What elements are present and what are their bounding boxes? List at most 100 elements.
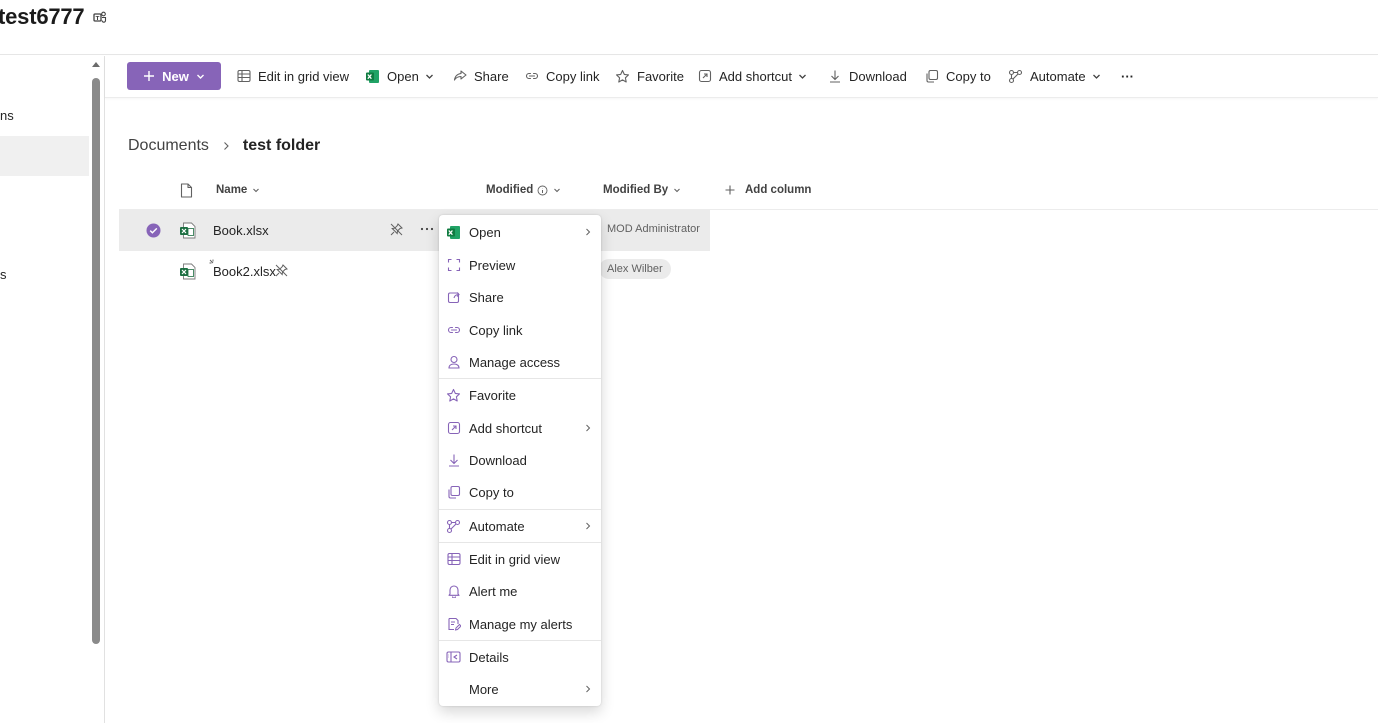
- automate-icon: [446, 519, 461, 534]
- menu-item-details[interactable]: Details: [439, 641, 601, 673]
- chevron-down-icon: [425, 74, 433, 79]
- nav-item-label: s: [0, 267, 7, 282]
- alerts-icon: [446, 617, 461, 632]
- share-icon: [453, 70, 467, 81]
- edit-grid-view-label: Edit in grid view: [258, 68, 350, 84]
- menu-item-copy-link[interactable]: Copy link: [439, 314, 601, 346]
- modified-column-header[interactable]: Modified: [486, 178, 561, 202]
- menu-item-download[interactable]: Download: [439, 444, 601, 476]
- pin-icon[interactable]: [390, 223, 403, 236]
- add-shortcut-button[interactable]: Add shortcut: [698, 56, 807, 96]
- file-name-link[interactable]: Book2.xlsx: [213, 264, 276, 279]
- breadcrumb-documents[interactable]: Documents: [128, 137, 209, 155]
- menu-item-label: Favorite: [469, 387, 516, 403]
- copy-link-label: Copy link: [546, 68, 600, 84]
- name-column-header[interactable]: Name: [216, 178, 260, 202]
- open-button[interactable]: Open: [365, 56, 434, 96]
- copy-icon: [446, 485, 461, 500]
- nav-item-1[interactable]: ns: [0, 108, 89, 126]
- download-icon: [446, 453, 461, 468]
- blank-icon-slot: [446, 682, 461, 697]
- file-type-column-header[interactable]: [180, 178, 193, 202]
- site-header: test6777 T: [0, 0, 1378, 55]
- modified-by-value[interactable]: Alex Wilber: [599, 259, 671, 279]
- add-column-button[interactable]: Add column: [725, 178, 811, 202]
- more-actions-icon[interactable]: [419, 221, 435, 237]
- edit-grid-view-button[interactable]: Edit in grid view: [237, 56, 349, 96]
- automate-icon: [1008, 69, 1023, 83]
- copy-icon: [926, 69, 939, 83]
- automate-label: Automate: [1030, 68, 1086, 84]
- copy-to-label: Copy to: [946, 68, 991, 84]
- copy-to-button[interactable]: Copy to: [925, 56, 991, 96]
- menu-item-edit-grid-view[interactable]: Edit in grid view: [439, 543, 601, 575]
- file-context-menu: Open Preview Share Copy link Manage acce…: [439, 215, 601, 706]
- download-icon: [830, 70, 840, 83]
- menu-item-share[interactable]: Share: [439, 281, 601, 313]
- menu-item-label: Alert me: [469, 583, 518, 599]
- menu-item-manage-alerts[interactable]: Manage my alerts: [439, 608, 601, 640]
- menu-item-label: More: [469, 681, 499, 697]
- add-column-label: Add column: [745, 184, 812, 196]
- menu-item-favorite[interactable]: Favorite: [439, 379, 601, 411]
- menu-item-open[interactable]: Open: [439, 216, 601, 248]
- chevron-right-icon: [586, 228, 591, 236]
- modified-by-column-header[interactable]: Modified By: [603, 178, 681, 202]
- menu-item-label: Copy to: [469, 484, 514, 500]
- file-name-link[interactable]: Book.xlsx: [213, 223, 269, 238]
- menu-item-more[interactable]: More: [439, 673, 601, 705]
- command-bar: New Edit in grid view Open Share Copy li…: [105, 56, 1378, 98]
- site-title[interactable]: test6777: [0, 4, 85, 30]
- menu-item-alert-me[interactable]: Alert me: [439, 575, 601, 607]
- plus-icon: [725, 185, 735, 195]
- menu-item-label: Automate: [469, 518, 525, 534]
- nav-item-3[interactable]: s: [0, 267, 89, 285]
- automate-button[interactable]: Automate: [1008, 56, 1101, 96]
- link-icon: [525, 72, 539, 80]
- chevron-right-icon: [586, 522, 591, 530]
- favorite-label: Favorite: [637, 68, 684, 84]
- nav-divider: [104, 56, 105, 723]
- open-label: Open: [387, 68, 419, 84]
- menu-item-label: Preview: [469, 257, 516, 273]
- table-row[interactable]: Book.xlsx MOD Administrator: [119, 210, 710, 251]
- menu-item-add-shortcut[interactable]: Add shortcut: [439, 412, 601, 444]
- table-row[interactable]: Book2.xlsx Alex Wilber: [119, 251, 710, 292]
- name-column-label: Name: [216, 184, 248, 196]
- chevron-right-icon: [224, 142, 229, 150]
- favorite-button[interactable]: Favorite: [615, 56, 684, 96]
- plus-icon: [144, 71, 155, 81]
- nav-item-2-selected[interactable]: [0, 136, 89, 176]
- download-label: Download: [849, 68, 907, 84]
- excel-file-icon: [180, 222, 196, 239]
- menu-item-copy-to[interactable]: Copy to: [439, 476, 601, 508]
- download-button[interactable]: Download: [828, 56, 907, 96]
- chevron-down-icon: [196, 74, 204, 79]
- star-icon: [446, 388, 461, 403]
- menu-item-manage-access[interactable]: Manage access: [439, 346, 601, 378]
- pin-icon[interactable]: [275, 264, 288, 277]
- more-commands-button[interactable]: ···: [1121, 56, 1134, 96]
- menu-item-label: Manage access: [469, 354, 561, 370]
- copy-link-button[interactable]: Copy link: [525, 56, 599, 96]
- menu-item-automate[interactable]: Automate: [439, 510, 601, 542]
- chevron-right-icon: [586, 424, 591, 432]
- new-button[interactable]: New: [127, 62, 221, 90]
- document-icon: [180, 182, 193, 198]
- share-icon: [446, 290, 461, 305]
- share-label: Share: [474, 68, 509, 84]
- menu-item-label: Download: [469, 452, 527, 468]
- checkmark-circle-icon[interactable]: [146, 223, 161, 238]
- share-button[interactable]: Share: [453, 56, 509, 96]
- modified-by-value[interactable]: MOD Administrator: [607, 223, 700, 235]
- more-commands-label: ···: [1121, 68, 1134, 84]
- nav-scroll-thumb[interactable]: [92, 78, 100, 644]
- scroll-up-arrow-icon[interactable]: [91, 60, 101, 70]
- preview-icon: [446, 258, 461, 273]
- menu-item-preview[interactable]: Preview: [439, 249, 601, 281]
- teams-icon[interactable]: T: [93, 10, 107, 24]
- chevron-down-icon: [253, 188, 260, 193]
- person-icon: [446, 355, 461, 370]
- menu-item-label: Copy link: [469, 322, 523, 338]
- details-icon: [446, 650, 461, 665]
